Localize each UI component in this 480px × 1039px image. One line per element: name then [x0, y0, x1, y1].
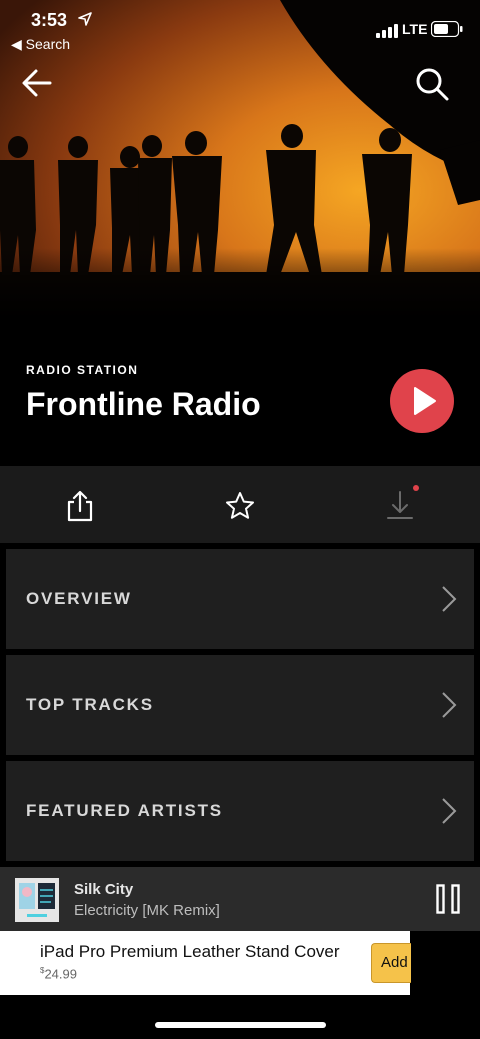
ad-price-value: 24.99 [44, 966, 77, 982]
battery-icon [431, 21, 463, 37]
chevron-right-icon [442, 692, 457, 718]
now-playing-title: Silk City [74, 881, 134, 898]
play-icon [414, 387, 436, 415]
location-arrow-icon [78, 12, 92, 26]
ad-add-button[interactable]: Add [371, 943, 411, 983]
network-label: LTE [402, 21, 428, 37]
menu-item-top-tracks[interactable]: TOP TRACKS [6, 655, 474, 755]
menu-item-featured-artists[interactable]: FEATURED ARTISTS [6, 761, 474, 861]
ad-banner[interactable]: iPad Pro Premium Leather Stand Cover $24… [0, 931, 411, 995]
mini-player[interactable]: Silk City Electricity [MK Remix] [0, 867, 480, 931]
download-icon[interactable] [380, 486, 420, 526]
action-bar [0, 466, 480, 543]
station-kicker: RADIO STATION [26, 363, 139, 377]
menu-item-label: TOP TRACKS [26, 695, 154, 714]
ad-title: iPad Pro Premium Leather Stand Cover [40, 942, 340, 961]
play-button[interactable] [390, 369, 454, 433]
chevron-right-icon [442, 586, 457, 612]
back-arrow-icon[interactable] [20, 66, 54, 100]
back-to-app-link[interactable]: ◀ Search [11, 36, 70, 53]
page-title: Frontline Radio [26, 386, 261, 422]
now-playing-subtitle: Electricity [MK Remix] [74, 902, 220, 919]
download-notification-dot [413, 485, 419, 491]
ad-price: $24.99 [40, 966, 77, 981]
album-art [15, 878, 59, 922]
status-bar: 3:53 ◀ Search LTE [0, 0, 480, 60]
search-icon[interactable] [414, 66, 450, 102]
status-time: 3:53 [31, 10, 68, 30]
star-icon[interactable] [220, 486, 260, 526]
menu-item-label: FEATURED ARTISTS [26, 801, 223, 820]
home-indicator[interactable] [155, 1022, 326, 1028]
menu-item-overview[interactable]: OVERVIEW [6, 549, 474, 649]
share-icon[interactable] [60, 486, 100, 526]
menu-item-label: OVERVIEW [26, 589, 132, 608]
chevron-right-icon [442, 798, 457, 824]
signal-icon [376, 24, 398, 38]
pause-icon[interactable] [436, 884, 460, 914]
